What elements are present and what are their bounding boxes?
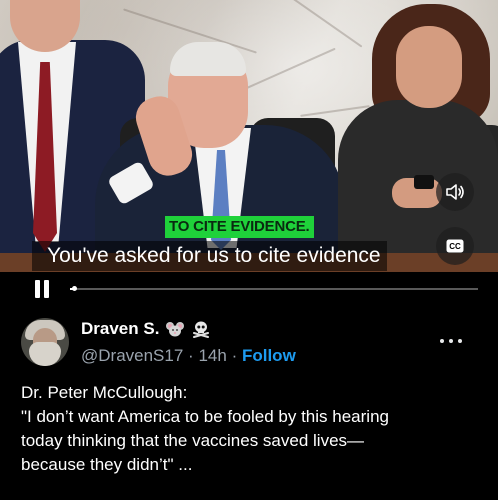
tweet-text-line: today thinking that the vaccines saved l…: [21, 431, 365, 450]
handle[interactable]: @DravenS17: [81, 346, 183, 365]
speaker-icon: [446, 184, 464, 200]
more-icon: [440, 339, 444, 343]
tweet-text-line: because they didn’t" ...: [21, 455, 193, 474]
progress-handle[interactable]: [72, 286, 78, 291]
timestamp[interactable]: 14h: [198, 346, 226, 365]
closed-caption: You've asked for us to cite evidence: [32, 241, 387, 271]
progress-bar[interactable]: [70, 286, 478, 291]
author-meta-row: @DravenS17 · 14h · Follow: [81, 346, 296, 366]
mouse-emoji-icon: [165, 320, 185, 338]
captions-button[interactable]: CC: [436, 227, 474, 265]
skull-crossbones-emoji-icon: [191, 320, 211, 338]
separator: ·: [231, 346, 238, 365]
burned-in-caption: TO CITE EVIDENCE.: [165, 216, 314, 238]
follow-button[interactable]: Follow: [242, 346, 296, 365]
more-options-button[interactable]: [440, 334, 462, 348]
closed-captions-icon: CC: [446, 239, 464, 253]
separator: ·: [188, 346, 194, 365]
tweet-text-line: Dr. Peter McCullough:: [21, 383, 188, 402]
tweet-text: Dr. Peter McCullough: "I don’t want Amer…: [21, 381, 481, 477]
pause-button[interactable]: [34, 280, 50, 298]
pause-icon: [35, 280, 40, 298]
tweet-text-line: "I don’t want America to be fooled by th…: [21, 407, 389, 426]
avatar[interactable]: [21, 318, 69, 366]
author-name-row: Draven S.: [81, 319, 211, 339]
display-name[interactable]: Draven S.: [81, 319, 159, 339]
video-controls: [0, 272, 498, 306]
video-player[interactable]: TO CITE EVIDENCE. You've asked for us to…: [0, 0, 498, 272]
cc-label: CC: [449, 242, 461, 251]
volume-button[interactable]: [436, 173, 474, 211]
